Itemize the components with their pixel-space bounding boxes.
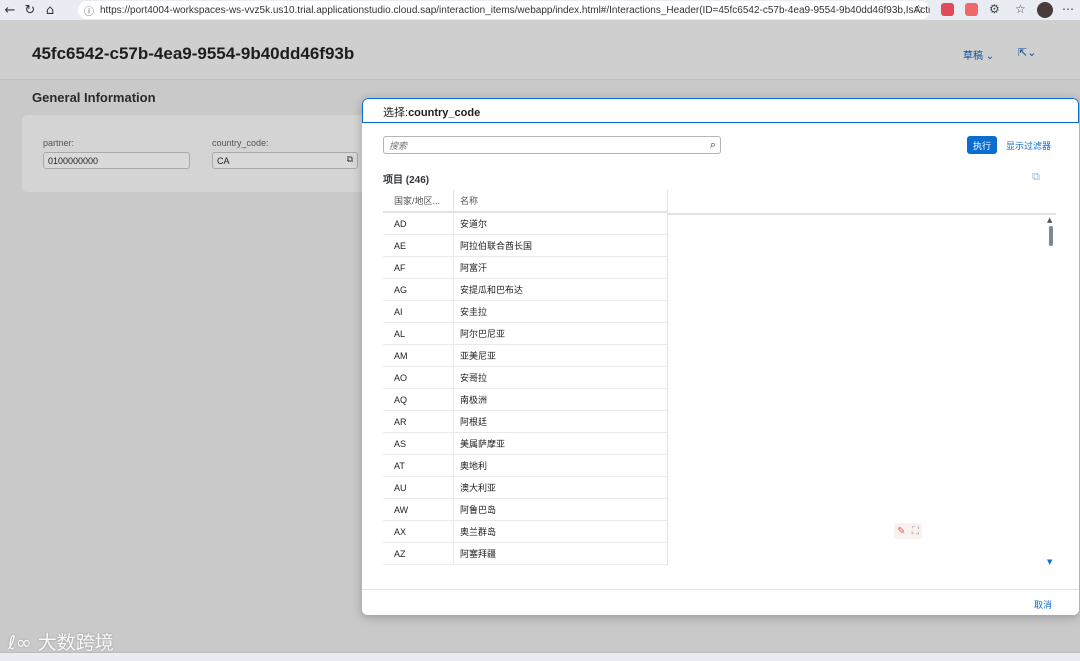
column-header-name[interactable]: 名称: [454, 194, 667, 207]
favorite-star-icon[interactable]: ☆: [913, 2, 924, 16]
table-row[interactable]: AS 美属萨摩亚: [383, 433, 667, 455]
bottom-status-bar: [0, 652, 1080, 661]
reload-icon[interactable]: ↻: [20, 0, 40, 20]
items-count-title: 项目 (246): [383, 175, 430, 186]
cell-country-name: 奥地利: [460, 461, 488, 471]
table-row[interactable]: AQ 南极洲: [383, 389, 667, 411]
scroll-down-icon[interactable]: ▼: [1047, 558, 1052, 566]
cell-country-code: AG: [383, 279, 454, 300]
partner-field[interactable]: 0100000000: [43, 152, 190, 169]
cell-country-name: 安提瓜和巴布达: [460, 285, 524, 295]
cell-country-code: AZ: [383, 543, 454, 564]
cell-country-code: AU: [383, 477, 454, 498]
go-button[interactable]: 执行: [967, 136, 997, 154]
cell-country-code: AO: [383, 367, 454, 388]
header-divider: [668, 213, 1056, 215]
scroll-thumb[interactable]: [1049, 226, 1053, 246]
copy-icon[interactable]: ⧉: [1032, 170, 1040, 184]
table-header: 国家/地区... 名称: [383, 190, 667, 213]
cancel-button[interactable]: 取消: [1034, 598, 1052, 611]
back-icon[interactable]: ←: [0, 0, 20, 20]
table-row[interactable]: AR 阿根廷: [383, 411, 667, 433]
value-help-icon[interactable]: ⧉: [347, 155, 353, 165]
cell-country-code: AE: [383, 235, 454, 256]
url-text: https://port4004-workspaces-ws-vvz5k.us1…: [100, 4, 930, 16]
cell-country-code: AQ: [383, 389, 454, 410]
dialog-footer: 取消: [362, 589, 1079, 615]
cell-country-name: 亚美尼亚: [460, 351, 497, 361]
cell-country-code: AM: [383, 345, 454, 366]
cell-country-code: AW: [383, 499, 454, 520]
table-row[interactable]: AI 安圭拉: [383, 301, 667, 323]
floating-translate-icon[interactable]: ✎ ⛶: [894, 523, 922, 539]
search-icon[interactable]: ⌕: [710, 138, 716, 152]
table-row[interactable]: AL 阿尔巴尼亚: [383, 323, 667, 345]
country-code-field[interactable]: CA ⧉: [212, 152, 358, 169]
scroll-up-icon[interactable]: ▲: [1047, 216, 1052, 224]
more-menu-icon[interactable]: ⋯: [1062, 2, 1074, 16]
cell-country-name: 安道尔: [460, 219, 488, 229]
cell-country-code: AS: [383, 433, 454, 454]
extension-icon[interactable]: [941, 3, 954, 16]
cell-country-code: AX: [383, 521, 454, 542]
home-icon[interactable]: ⌂: [40, 0, 60, 20]
cell-country-code: AD: [383, 213, 454, 234]
dialog-header: 选择:country_code: [362, 98, 1079, 123]
cell-country-code: AL: [383, 323, 454, 344]
cell-country-name: 阿尔巴尼亚: [460, 329, 506, 339]
table-empty-area: [667, 190, 1056, 566]
cell-country-code: AF: [383, 257, 454, 278]
favorites-icon[interactable]: ☆: [1015, 2, 1026, 16]
cell-country-name: 美属萨摩亚: [460, 439, 506, 449]
draft-dropdown[interactable]: 草稿 ⌄: [963, 47, 994, 62]
column-header-code[interactable]: 国家/地区...: [383, 190, 454, 211]
cell-country-code: AR: [383, 411, 454, 432]
general-info-form: partner: 0100000000 country_code: CA ⧉: [22, 115, 367, 192]
page-title: 45fc6542-c57b-4ea9-9554-9b40dd46f93b: [32, 44, 355, 63]
cell-country-name: 南极洲: [460, 395, 488, 405]
table-row[interactable]: AX 奥兰群岛: [383, 521, 667, 543]
share-icon[interactable]: ⇱⌄: [1018, 46, 1036, 59]
table-row[interactable]: AM 亚美尼亚: [383, 345, 667, 367]
address-bar[interactable]: ⓘ https://port4004-workspaces-ws-vvz5k.u…: [78, 1, 930, 19]
search-input[interactable]: [389, 139, 689, 152]
cell-country-name: 澳大利亚: [460, 483, 497, 493]
country-table: 国家/地区... 名称 AD 安道尔 AE 阿拉伯联合酋长国 AF 阿富汗 AG 安提瓜和巴布…: [383, 190, 667, 565]
table-row[interactable]: AW 阿鲁巴岛: [383, 499, 667, 521]
chevron-down-icon: ⌄: [985, 51, 995, 62]
table-row[interactable]: AG 安提瓜和巴布达: [383, 279, 667, 301]
cell-country-name: 奥兰群岛: [460, 527, 497, 537]
partner-label: partner:: [43, 138, 75, 148]
cell-country-code: AI: [383, 301, 454, 322]
site-info-icon[interactable]: ⓘ: [84, 3, 94, 18]
cell-country-name: 安哥拉: [460, 373, 488, 383]
cell-country-name: 阿塞拜疆: [460, 549, 497, 559]
table-row[interactable]: AE 阿拉伯联合酋长国: [383, 235, 667, 257]
value-help-dialog: 选择:country_code ⌕ 执行 显示过滤器 项目 (246) ⧉ 国家…: [362, 98, 1079, 615]
table-row[interactable]: AF 阿富汗: [383, 257, 667, 279]
table-row[interactable]: AU 澳大利亚: [383, 477, 667, 499]
search-field[interactable]: ⌕: [383, 136, 721, 154]
extension-icon[interactable]: [965, 3, 978, 16]
cell-country-name: 阿富汗: [460, 263, 488, 273]
watermark-text: 大数跨境: [37, 632, 114, 654]
country-code-label: country_code:: [212, 138, 269, 148]
cell-country-name: 阿根廷: [460, 417, 488, 427]
extensions-puzzle-icon[interactable]: ⚙: [989, 2, 1000, 16]
watermark-icon: ℓ∞: [8, 632, 32, 654]
cell-country-name: 阿拉伯联合酋长国: [460, 241, 533, 251]
section-title: General Information: [32, 90, 156, 105]
cell-country-code: AT: [383, 455, 454, 476]
table-row[interactable]: AZ 阿塞拜疆: [383, 543, 667, 565]
table-row[interactable]: AT 奥地利: [383, 455, 667, 477]
dialog-title: 选择:country_code: [383, 107, 481, 119]
table-scrollbar[interactable]: ▲ ▼: [1047, 216, 1055, 566]
cell-country-name: 阿鲁巴岛: [460, 505, 497, 515]
table-row[interactable]: AD 安道尔: [383, 213, 667, 235]
watermark-logo: ℓ∞ 大数跨境: [8, 628, 114, 655]
profile-avatar[interactable]: [1037, 2, 1053, 18]
show-filters-button[interactable]: 显示过滤器: [1006, 139, 1051, 152]
cell-country-name: 安圭拉: [460, 307, 488, 317]
table-row[interactable]: AO 安哥拉: [383, 367, 667, 389]
